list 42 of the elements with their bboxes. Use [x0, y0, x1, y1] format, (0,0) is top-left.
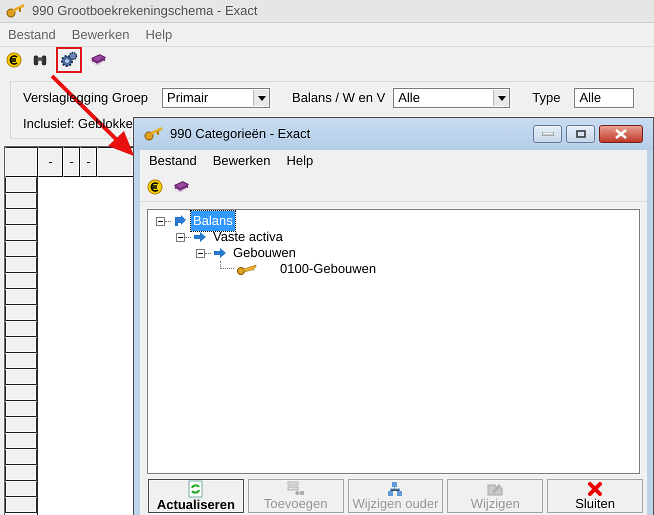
- arrow-icon: [173, 214, 187, 228]
- key-icon: [236, 263, 258, 275]
- dropdown-field[interactable]: Alle: [393, 88, 510, 108]
- hierarchy-icon: [387, 481, 404, 498]
- close-icon: [587, 481, 604, 498]
- minimize-button[interactable]: [533, 125, 562, 143]
- key-icon: [144, 127, 164, 141]
- menu-item[interactable]: Bestand: [8, 24, 56, 44]
- window-title: 990 Categorieën - Exact: [170, 125, 310, 144]
- grid-corner-cell: [5, 147, 38, 177]
- gears-icon[interactable]: [56, 47, 82, 73]
- filter-label: Type: [532, 89, 560, 108]
- minimize-icon: [542, 132, 554, 136]
- key-icon: [6, 4, 26, 18]
- arrow-icon: [193, 231, 207, 243]
- filter-label: Balans / W en V: [292, 89, 386, 108]
- close-button[interactable]: [599, 125, 643, 143]
- menu-item[interactable]: Help: [286, 151, 314, 171]
- dialog-button[interactable]: Sluiten: [547, 479, 643, 513]
- arrow-icon: [213, 247, 227, 259]
- list-add-icon: [286, 481, 305, 498]
- dropdown-field[interactable]: Primair: [162, 88, 270, 108]
- euro-coin-icon[interactable]: [145, 176, 165, 196]
- collapse-toggle[interactable]: [196, 248, 205, 258]
- menu-item[interactable]: Bestand: [149, 151, 197, 171]
- edit-icon: [486, 481, 504, 498]
- menu-item[interactable]: Bewerken: [72, 24, 130, 44]
- column-header: -: [80, 147, 97, 177]
- dropdown-field[interactable]: Alle: [574, 88, 634, 108]
- maximize-icon: [576, 130, 586, 138]
- dialog-button[interactable]: Actualiseren: [148, 479, 244, 513]
- maximize-button[interactable]: [566, 125, 595, 143]
- euro-coin-icon[interactable]: [4, 50, 24, 70]
- column-header: -: [63, 147, 80, 177]
- window-title: 990 Grootboekrekeningschema - Exact: [32, 2, 258, 20]
- menu-item[interactable]: Help: [146, 24, 172, 44]
- menu-item[interactable]: Bewerken: [212, 151, 271, 171]
- collapse-toggle[interactable]: [156, 216, 165, 226]
- collapse-toggle[interactable]: [176, 232, 185, 242]
- close-icon: [614, 129, 628, 139]
- column-header: -: [38, 147, 63, 177]
- refresh-icon: [188, 480, 204, 498]
